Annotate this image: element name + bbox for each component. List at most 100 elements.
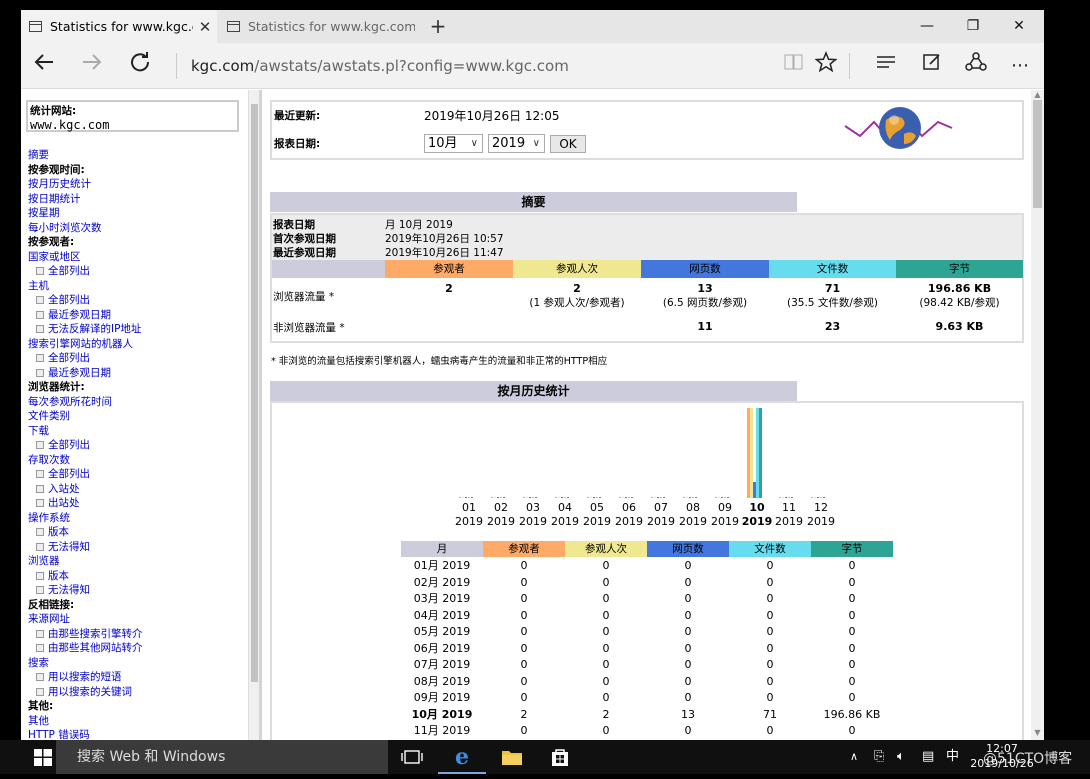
menu-link[interactable]: 每小时浏览次数 bbox=[28, 221, 243, 236]
menu-link[interactable]: 下载 bbox=[28, 424, 243, 439]
address-bar[interactable]: kgc.com/awstats/awstats.pl?config=www.kg… bbox=[191, 57, 569, 75]
menu-link[interactable]: 按星期 bbox=[28, 206, 243, 221]
menu-link[interactable]: 全部列出 bbox=[28, 351, 243, 366]
menu-link[interactable]: 版本 bbox=[28, 569, 243, 584]
file-explorer-button[interactable] bbox=[488, 740, 536, 774]
web-note-button[interactable] bbox=[917, 51, 947, 81]
menu-link[interactable]: 其他 bbox=[28, 714, 243, 729]
chart-bar-bytes bbox=[535, 497, 537, 498]
month-select-value: 10月 bbox=[428, 136, 458, 151]
menu-link[interactable]: 由那些搜索引擎转介 bbox=[28, 627, 243, 642]
menu-label: 搜索 bbox=[28, 656, 49, 669]
tab-active[interactable]: Statistics for www.kgc.co ✕ bbox=[21, 10, 217, 43]
more-button[interactable]: ⋯ bbox=[1005, 51, 1035, 81]
page-icon bbox=[227, 21, 240, 32]
menu-link[interactable]: 每次参观所花时间 bbox=[28, 395, 243, 410]
menu-label: 按星期 bbox=[28, 207, 60, 219]
edge-taskbar-button[interactable]: e bbox=[438, 740, 486, 774]
reading-view-button[interactable] bbox=[779, 51, 809, 81]
forward-button[interactable] bbox=[77, 51, 107, 81]
main-scrollbar[interactable]: ▲ ▼ bbox=[1031, 90, 1044, 740]
year-tick-label: 2019 bbox=[647, 515, 675, 528]
restore-button[interactable]: ❐ bbox=[950, 10, 996, 43]
share-button[interactable] bbox=[961, 51, 991, 81]
viewed-visits-sub: (1 参观人次/参观者) bbox=[529, 297, 625, 309]
menu-link[interactable]: HTTP 错误码 bbox=[28, 728, 243, 740]
menu-link[interactable]: 摘要 bbox=[28, 148, 243, 163]
menu-label: 浏览器 bbox=[28, 555, 60, 567]
menu-link[interactable]: 全部列出 bbox=[28, 264, 243, 279]
close-window-button[interactable]: ✕ bbox=[996, 10, 1042, 43]
network-icon[interactable]: ⎘ bbox=[874, 740, 884, 774]
tab-inactive[interactable]: Statistics for www.kgc.com (2 bbox=[219, 10, 415, 43]
menu-link[interactable]: 来源网址 bbox=[28, 612, 243, 627]
scroll-down-icon[interactable]: ▼ bbox=[1031, 728, 1044, 737]
menu-link[interactable]: 操作系统 bbox=[28, 511, 243, 526]
month-select[interactable]: 10月 ∨ bbox=[424, 134, 483, 153]
back-button[interactable] bbox=[29, 51, 59, 81]
menu-link[interactable]: 浏览器 bbox=[28, 554, 243, 569]
menu-link[interactable]: 无法反解译的IP地址 bbox=[28, 322, 243, 337]
chart-bar-bytes bbox=[567, 497, 569, 498]
menu-link[interactable]: 国家或地区 bbox=[28, 250, 243, 265]
viewed-visitors: 2 bbox=[445, 282, 453, 295]
chart-bar-pages bbox=[689, 497, 691, 498]
ok-button[interactable]: OK bbox=[550, 135, 586, 153]
notification-icon[interactable]: ▤ bbox=[922, 740, 934, 774]
menu-link[interactable]: 最近参观日期 bbox=[28, 308, 243, 323]
taskbar-search[interactable]: 搜索 Web 和 Windows bbox=[56, 740, 388, 774]
refresh-button[interactable] bbox=[125, 51, 155, 81]
menu-link[interactable]: 全部列出 bbox=[28, 467, 243, 482]
menu-link[interactable]: 出站处 bbox=[28, 496, 243, 511]
start-button[interactable] bbox=[0, 740, 56, 774]
frame-divider[interactable] bbox=[259, 90, 262, 740]
left-scrollbar[interactable] bbox=[248, 90, 259, 740]
sub-item-icon bbox=[36, 499, 44, 507]
menu-section-heading: 按参观者: bbox=[28, 235, 243, 250]
menu-link[interactable]: 用以搜索的短语 bbox=[28, 670, 243, 685]
table-cell: 0 bbox=[766, 608, 774, 622]
menu-link[interactable]: 无法得知 bbox=[28, 583, 243, 598]
menu-label: 按参观时间: bbox=[28, 163, 85, 176]
menu-link[interactable]: 按月历史统计 bbox=[28, 177, 243, 192]
menu-link[interactable]: 按日期统计 bbox=[28, 192, 243, 207]
scroll-thumb[interactable] bbox=[1033, 100, 1042, 208]
menu-link[interactable]: 无法得知 bbox=[28, 540, 243, 555]
volume-icon[interactable]: 🔈︎ bbox=[897, 740, 905, 774]
star-icon bbox=[814, 51, 838, 73]
hub-button[interactable] bbox=[871, 51, 901, 81]
menu-link[interactable]: 搜索 bbox=[28, 656, 243, 671]
month-tick-label: 01 bbox=[462, 501, 476, 514]
menu-link[interactable]: 搜索引擎网站的机器人 bbox=[28, 337, 243, 352]
year-select[interactable]: 2019 ∨ bbox=[488, 134, 545, 153]
table-column-header: 文件数 bbox=[729, 541, 811, 557]
table-cell: 0 bbox=[848, 592, 856, 605]
menu-link[interactable]: 最近参观日期 bbox=[28, 366, 243, 381]
new-tab-button[interactable]: + bbox=[426, 14, 450, 38]
close-tab-icon[interactable]: ✕ bbox=[193, 18, 217, 36]
chart-bar-visitors bbox=[683, 497, 685, 498]
menu-label: 按月历史统计 bbox=[28, 178, 91, 190]
menu-link[interactable]: 主机 bbox=[28, 279, 243, 294]
menu-link[interactable]: 版本 bbox=[28, 525, 243, 540]
chevron-up-icon[interactable]: ∧ bbox=[850, 740, 858, 774]
ime-indicator[interactable]: 中 bbox=[946, 740, 959, 774]
store-button[interactable] bbox=[536, 740, 584, 774]
menu-label: HTTP 错误码 bbox=[28, 729, 90, 740]
menu-link[interactable]: 用以搜索的关键词 bbox=[28, 685, 243, 700]
task-view-button[interactable] bbox=[388, 740, 436, 774]
menu-link[interactable]: 入站处 bbox=[28, 482, 243, 497]
menu-link[interactable]: 文件类别 bbox=[28, 409, 243, 424]
table-cell: 10月 2019 bbox=[411, 707, 473, 721]
favorite-button[interactable] bbox=[811, 51, 841, 81]
chart-bar-bytes bbox=[471, 497, 473, 498]
col-hits: 文件数 bbox=[769, 260, 896, 278]
menu-link[interactable]: 全部列出 bbox=[28, 438, 243, 453]
scroll-thumb[interactable] bbox=[251, 104, 258, 682]
minimize-button[interactable]: — bbox=[904, 10, 950, 43]
menu-link[interactable]: 由那些其他网站转介 bbox=[28, 641, 243, 656]
menu-link[interactable]: 全部列出 bbox=[28, 293, 243, 308]
table-cell: 0 bbox=[602, 608, 610, 622]
scroll-up-icon[interactable]: ▲ bbox=[1031, 90, 1044, 99]
menu-link[interactable]: 存取次数 bbox=[28, 453, 243, 468]
